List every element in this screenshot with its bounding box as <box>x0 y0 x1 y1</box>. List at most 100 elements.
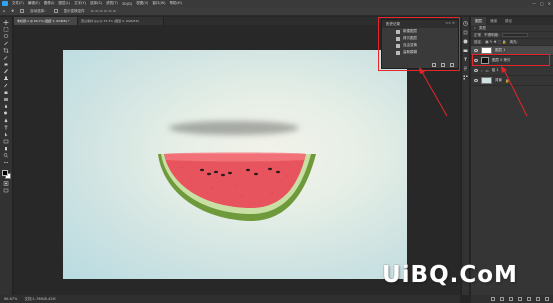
move-tool-icon[interactable]: ✥ <box>11 9 14 13</box>
align-icons[interactable]: ▭ ▭ ▭ ▭ ▭ ▭ <box>91 9 116 13</box>
blend-mode-select[interactable]: 正常 <box>474 33 481 38</box>
menu-filter[interactable]: 滤镜(T) <box>106 1 118 6</box>
more-tools-icon[interactable] <box>3 160 9 165</box>
lock-icon: 🔒 <box>505 78 510 83</box>
menu-layer[interactable]: 图层(L) <box>58 1 70 6</box>
swatches-panel-icon[interactable] <box>463 75 468 80</box>
highlight-box-history <box>378 17 460 71</box>
ps-logo-icon <box>2 1 8 6</box>
show-transform-checkbox[interactable] <box>53 9 58 13</box>
visibility-eye-icon[interactable] <box>474 79 478 82</box>
new-group-icon[interactable] <box>527 297 531 301</box>
healing-icon[interactable] <box>3 62 9 67</box>
lasso-icon[interactable] <box>3 34 9 39</box>
paragraph-panel-icon[interactable] <box>463 66 468 71</box>
layer-name: 背景 <box>495 78 502 82</box>
dodge-icon[interactable] <box>3 111 9 116</box>
character-panel-icon[interactable] <box>463 57 468 62</box>
tab-paths[interactable]: 路径 <box>501 17 516 25</box>
layer-thumbnail <box>481 47 492 54</box>
close-button[interactable]: ✕ <box>548 1 551 6</box>
folder-icon: ▭ <box>485 68 489 73</box>
menu-help[interactable]: 帮助(H) <box>170 1 182 6</box>
shape-icon[interactable] <box>3 139 9 144</box>
new-layer-icon[interactable] <box>536 297 540 301</box>
brush-icon[interactable] <box>3 69 9 74</box>
home-icon[interactable]: ⌂ <box>3 9 5 13</box>
blend-mode-row: 正常 不透明度: <box>471 32 553 39</box>
status-bar: 66.67% 文档:1.76M/8.42M <box>0 295 460 303</box>
layer-row-background[interactable]: 背景 🔒 <box>471 76 553 86</box>
visibility-eye-icon[interactable] <box>474 69 478 72</box>
foreground-color-swatch[interactable] <box>1 170 8 176</box>
doc-tab-watermelon[interactable]: 西瓜素材.jpg @ 33.3% (图层 0, RGB/8#) <box>78 17 164 25</box>
layer-name: 图层 1 <box>495 48 506 52</box>
hand-icon[interactable] <box>3 146 9 151</box>
path-select-icon[interactable] <box>3 132 9 137</box>
layer-name: 组 1 <box>491 68 499 72</box>
menu-view[interactable]: 视图(V) <box>136 1 148 6</box>
lock-label: 锁定: <box>474 39 483 44</box>
marquee-icon[interactable] <box>3 27 9 32</box>
screen-mode-icon[interactable] <box>3 188 9 193</box>
properties-panel-icon[interactable] <box>463 30 468 35</box>
show-transform-label: 显示变换控件 <box>63 8 85 13</box>
stamp-icon[interactable] <box>3 76 9 81</box>
pen-icon[interactable] <box>3 118 9 123</box>
gradient-icon[interactable] <box>3 97 9 102</box>
minimize-button[interactable]: — <box>532 1 536 6</box>
watermelon-shadow <box>169 121 299 135</box>
menu-bar: 文件(F) 编辑(E) 图像(I) 图层(L) 文字(Y) 选择(S) 滤镜(T… <box>0 0 553 7</box>
tab-layers[interactable]: 图层 <box>471 17 486 25</box>
type-icon[interactable] <box>3 125 9 130</box>
document-canvas[interactable] <box>63 50 407 279</box>
menu-image[interactable]: 图像(I) <box>44 1 55 6</box>
visibility-eye-icon[interactable] <box>474 49 478 52</box>
auto-select-checkbox[interactable] <box>20 9 25 13</box>
menu-file[interactable]: 文件(F) <box>12 1 24 6</box>
doc-tab-active[interactable]: 未标题-1 @ 66.7% (图层 1, RGB/8) * <box>14 17 78 25</box>
lock-icons[interactable]: ▦ ✎ ✥ ⬚ 🔒 <box>485 40 506 44</box>
quick-mask-icon[interactable] <box>3 181 9 186</box>
layer-thumbnail <box>481 77 492 84</box>
zoom-icon[interactable] <box>3 153 9 158</box>
fill-label: 填充: <box>509 39 518 44</box>
doc-size-readout: 文档:1.76M/8.42M <box>24 297 56 301</box>
menu-window[interactable]: 窗口(W) <box>152 1 165 6</box>
menu-edit[interactable]: 编辑(E) <box>28 1 40 6</box>
delete-layer-icon[interactable] <box>545 297 549 301</box>
menu-3d[interactable]: 3D(D) <box>122 2 132 6</box>
adjustments-panel-icon[interactable] <box>463 39 468 44</box>
chevron-right-icon[interactable]: › <box>481 69 482 73</box>
panel-icon-strip <box>461 17 470 295</box>
blur-icon[interactable] <box>3 104 9 109</box>
move-icon[interactable] <box>3 20 9 25</box>
crop-icon[interactable] <box>3 48 9 53</box>
maximize-button[interactable]: □ <box>540 1 544 6</box>
fx-icon[interactable] <box>500 297 504 301</box>
history-panel-icon[interactable] <box>463 21 468 26</box>
filter-kind-label[interactable]: 类型 <box>479 26 486 31</box>
link-layers-icon[interactable] <box>491 297 495 301</box>
libraries-panel-icon[interactable] <box>463 48 468 53</box>
add-mask-icon[interactable] <box>509 297 513 301</box>
eyedropper-icon[interactable] <box>3 55 9 60</box>
quick-select-icon[interactable] <box>3 41 9 46</box>
adjustment-layer-icon[interactable] <box>518 297 522 301</box>
color-swatches[interactable] <box>1 170 11 179</box>
tools-panel <box>0 17 13 295</box>
highlight-box-layer <box>472 54 550 66</box>
layer-row-group1[interactable]: › ▭ 组 1 <box>471 66 553 76</box>
lock-row: 锁定: ▦ ✎ ✥ ⬚ 🔒 填充: <box>471 39 553 46</box>
menu-type[interactable]: 文字(Y) <box>74 1 86 6</box>
zoom-readout[interactable]: 66.67% <box>4 297 17 301</box>
search-icon: ⌕ <box>474 26 476 30</box>
history-brush-icon[interactable] <box>3 83 9 88</box>
layers-panel-tabs: 图层 通道 路径 <box>471 17 553 25</box>
opacity-field[interactable] <box>502 33 529 37</box>
menu-select[interactable]: 选择(S) <box>90 1 102 6</box>
layers-panel-footer <box>471 295 553 303</box>
eraser-icon[interactable] <box>3 90 9 95</box>
tab-channels[interactable]: 通道 <box>486 17 501 25</box>
window-controls: — □ ✕ <box>532 1 551 6</box>
